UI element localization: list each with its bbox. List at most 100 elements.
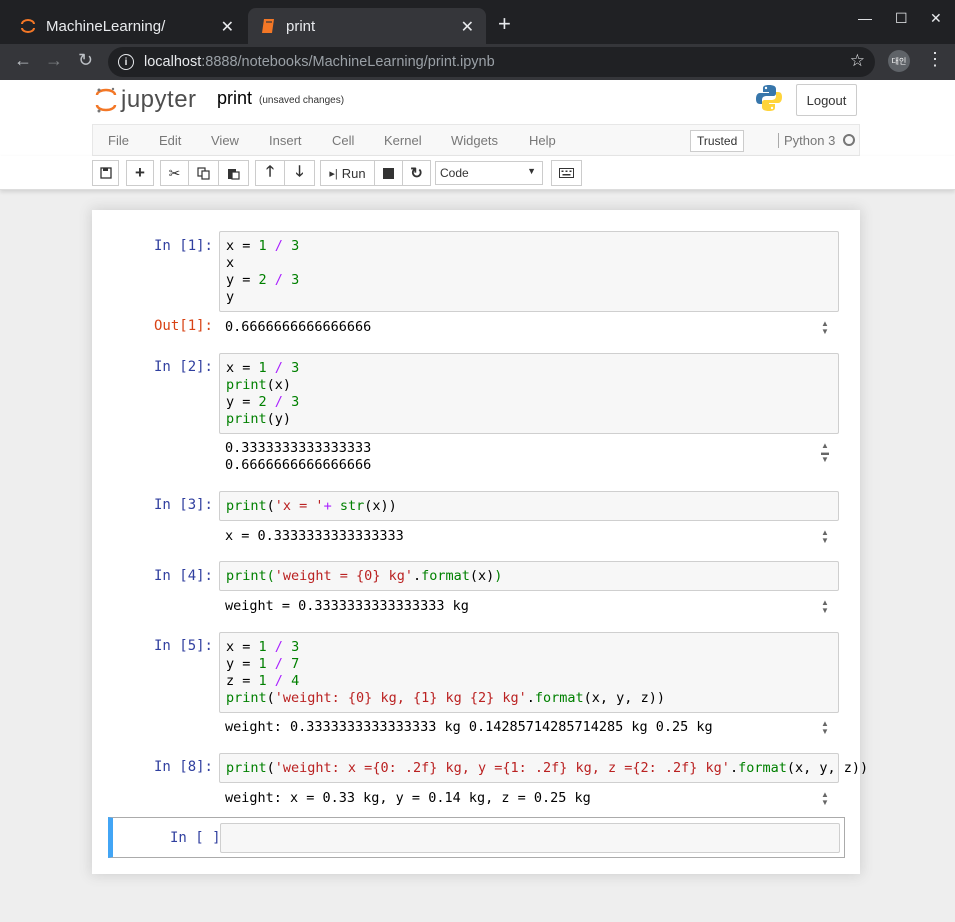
stop-icon [383, 167, 394, 179]
url-text: localhost:8888/notebooks/MachineLearning… [144, 54, 495, 70]
run-button[interactable]: ▸| Run [320, 160, 375, 186]
menu-help[interactable]: Help [529, 133, 556, 148]
code-line: print('weight = {0} kg'.format(x)) [226, 568, 503, 584]
tab-title: print [286, 17, 316, 35]
browser-menu-icon[interactable]: ⋮ [926, 50, 944, 68]
menu-edit[interactable]: Edit [159, 133, 181, 148]
menu-bar: File Edit View Insert Cell Kernel Widget… [0, 124, 955, 156]
input-prompt: In [5]: [153, 638, 213, 654]
bookmark-star-icon[interactable]: ☆ [850, 51, 865, 71]
code-line: print(x) [226, 377, 292, 393]
tab-title: MachineLearning/ [46, 17, 166, 35]
output-scroll-icon[interactable]: ▲ ▼ [819, 320, 831, 336]
code-line: print('weight: {0} kg, {1} kg {2} kg'.fo… [226, 690, 665, 706]
code-line: print('weight: x ={0: .2f} kg, y ={1: .2… [226, 760, 869, 776]
menu-view[interactable]: View [211, 133, 239, 148]
code-line: x = 1 / 3 [226, 360, 300, 376]
plus-icon: + [135, 163, 145, 182]
kernel-status-icon [843, 134, 855, 146]
menu-file[interactable]: File [108, 133, 129, 148]
menu-cell[interactable]: Cell [332, 133, 354, 148]
trusted-indicator[interactable]: Trusted [690, 130, 745, 152]
output-scroll-icon[interactable]: ▲ ▼ [819, 599, 831, 615]
arrow-down-icon: 🡓 [295, 162, 304, 180]
menu-kernel[interactable]: Kernel [384, 133, 422, 148]
run-label: Run [341, 165, 366, 181]
output-prompt: Out[1]: [153, 318, 213, 334]
output-scroll-icon[interactable]: ▲ ▼ [819, 720, 831, 736]
code-line: print('x = '+ str(x)) [226, 498, 397, 514]
restart-button[interactable]: ↻ [403, 160, 431, 186]
minimize-icon[interactable]: — [858, 10, 872, 26]
code-cell-input[interactable]: x = 1 / 3 x y = 2 / 3 y [219, 231, 839, 312]
back-icon[interactable]: ← [14, 50, 32, 71]
code-line: y = 2 / 3 [226, 272, 300, 288]
output-scroll-icon[interactable]: ▲ ▼ [819, 791, 831, 807]
cell-output: 0.6666666666666666 [225, 457, 372, 473]
code-cell-input[interactable]: print('weight = {0} kg'.format(x)) [219, 561, 839, 591]
output-scroll-icon[interactable]: ▲ ▼ [819, 529, 831, 545]
jupyter-header: jupyter print (unsaved changes) Logout [0, 80, 955, 124]
notebook-favicon-icon [260, 18, 276, 34]
maximize-icon[interactable]: ☐ [895, 10, 908, 27]
copy-icon [197, 166, 210, 180]
input-prompt: In [ ]: [169, 830, 229, 846]
move-down-button[interactable]: 🡓 [285, 160, 315, 186]
selected-cell[interactable]: In [ ]: [108, 817, 845, 858]
cell-type-select[interactable]: Code ▼ [435, 161, 543, 185]
code-cell-input[interactable]: x = 1 / 3 y = 1 / 7 z = 1 / 4 print('wei… [219, 632, 839, 713]
menu-widgets[interactable]: Widgets [451, 133, 498, 148]
cut-button[interactable]: ✂ [160, 160, 189, 186]
browser-tab-machinelearning[interactable]: MachineLearning/ ✕ [8, 8, 246, 44]
menu-insert[interactable]: Insert [269, 133, 302, 148]
logout-button[interactable]: Logout [796, 84, 857, 116]
cell-output: 0.3333333333333333 [225, 440, 372, 456]
code-line: y [226, 289, 235, 305]
input-prompt: In [4]: [153, 568, 213, 584]
code-cell-input-empty[interactable] [220, 823, 840, 853]
jupyter-logo-icon [95, 87, 117, 113]
cell-output: x = 0.3333333333333333 [225, 528, 404, 544]
reload-icon[interactable]: ↻ [78, 50, 93, 71]
cell-output: weight: 0.3333333333333333 kg 0.14285714… [225, 719, 713, 735]
code-cell-input[interactable]: print('weight: x ={0: .2f} kg, y ={1: .2… [219, 753, 869, 783]
close-tab-icon[interactable]: ✕ [221, 17, 234, 37]
paste-button[interactable] [219, 160, 249, 186]
address-bar-row: ← → ↻ i localhost:8888/notebooks/Machine… [0, 44, 955, 80]
scissors-icon: ✂ [168, 164, 181, 181]
move-up-button[interactable]: 🡑 [255, 160, 285, 186]
output-scroll-icon[interactable]: ▲ ▬ ▼ [819, 442, 831, 464]
input-prompt: In [2]: [153, 359, 213, 375]
browser-tab-bar: MachineLearning/ ✕ print ✕ + — ☐ ✕ [0, 0, 955, 44]
code-line: print(y) [226, 411, 292, 427]
info-icon[interactable]: i [118, 54, 134, 70]
step-forward-icon: ▸| [329, 167, 338, 180]
paste-icon [228, 168, 240, 180]
forward-icon[interactable]: → [45, 50, 63, 71]
code-line: z = 1 / 4 [226, 673, 300, 689]
jupyter-favicon-icon [20, 18, 36, 34]
save-button[interactable] [92, 160, 119, 186]
code-cell-input[interactable]: print('x = '+ str(x)) [219, 491, 839, 521]
close-window-icon[interactable]: ✕ [930, 10, 942, 27]
notebook-name[interactable]: print [217, 88, 252, 109]
save-icon [99, 167, 112, 179]
browser-tab-print[interactable]: print ✕ [248, 8, 486, 44]
cell-output: weight: x = 0.33 kg, y = 0.14 kg, z = 0.… [225, 790, 591, 806]
insert-cell-button[interactable]: + [126, 160, 154, 186]
command-palette-button[interactable] [551, 160, 582, 186]
url-field[interactable]: i localhost:8888/notebooks/MachineLearni… [108, 47, 875, 77]
keyboard-icon [559, 168, 574, 178]
input-prompt: In [8]: [153, 759, 213, 775]
jupyter-logo[interactable]: jupyter [95, 86, 197, 114]
copy-button[interactable] [189, 160, 219, 186]
chevron-down-icon: ▼ [527, 166, 536, 176]
code-line: y = 2 / 3 [226, 394, 300, 410]
new-tab-icon[interactable]: + [498, 11, 511, 37]
restart-icon: ↻ [410, 165, 423, 182]
code-cell-input[interactable]: x = 1 / 3 print(x) y = 2 / 3 print(y) [219, 353, 839, 434]
close-tab-icon[interactable]: ✕ [461, 17, 474, 37]
profile-avatar[interactable]: 대인 [888, 50, 910, 72]
arrow-up-icon: 🡑 [266, 162, 274, 180]
interrupt-button[interactable] [375, 160, 403, 186]
